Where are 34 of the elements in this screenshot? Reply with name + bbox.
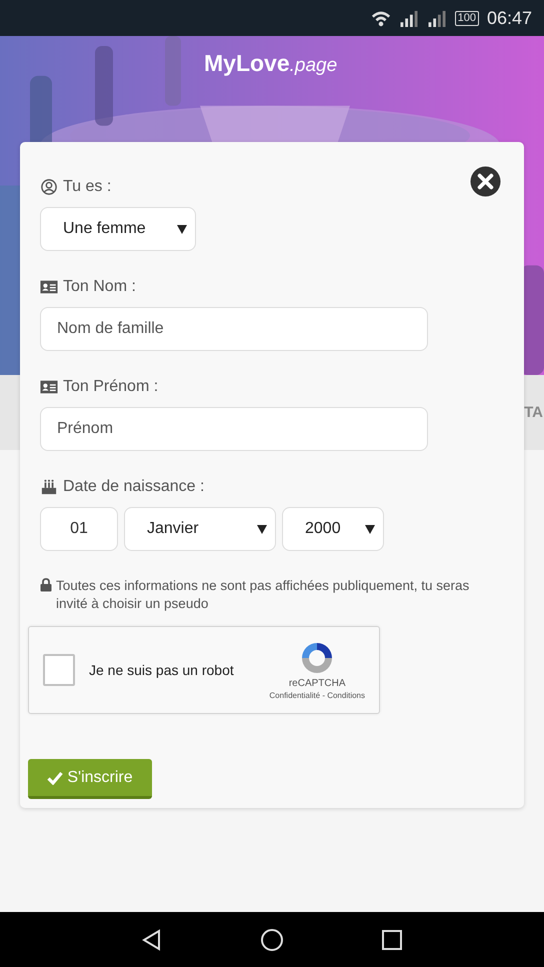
privacy-note: Toutes ces informations ne sont pas affichées publiquement, tu seras invité à choisir un pseudo	[56, 577, 470, 613]
gender-select[interactable]: Une femme	[40, 207, 196, 251]
clock-time: 06:47	[486, 8, 532, 28]
lock-icon	[40, 578, 52, 592]
year-select[interactable]: 2000	[282, 507, 384, 551]
checkbox[interactable]	[43, 654, 75, 686]
wifi-icon	[370, 10, 391, 26]
field-label: Ton Nom :	[63, 278, 136, 296]
caret-icon	[365, 524, 375, 534]
user-icon	[40, 179, 58, 195]
section-heading: TA	[524, 404, 543, 421]
logo: MyLove.page	[204, 50, 338, 77]
check-icon	[47, 770, 64, 784]
day-field[interactable]: 01	[40, 507, 118, 551]
text-field[interactable]: Prénom	[40, 407, 428, 451]
battery-level: 100	[454, 10, 479, 26]
text-field[interactable]: Nom de famille	[40, 307, 428, 351]
signal-icon	[398, 10, 419, 26]
checkbox-label: Je ne suis pas un robot	[89, 662, 235, 678]
field-label: Date de naissance :	[63, 478, 204, 496]
month-select[interactable]: Janvier	[124, 507, 276, 551]
privacy-terms-link[interactable]: Confidentialité - Conditions	[269, 691, 365, 700]
cake-icon	[40, 479, 58, 495]
field-label: Tu es :	[63, 178, 112, 196]
recents-icon[interactable]	[380, 928, 404, 952]
captcha-brand: reCAPTCHA	[288, 678, 346, 689]
id-card-icon	[40, 279, 58, 295]
close-icon[interactable]	[470, 166, 501, 197]
home-icon[interactable]	[260, 928, 284, 952]
signal-icon	[426, 10, 447, 26]
id-card-icon	[40, 379, 58, 395]
caret-icon	[257, 524, 267, 534]
field-label: Ton Prénom :	[63, 378, 158, 396]
caret-icon	[177, 224, 187, 234]
